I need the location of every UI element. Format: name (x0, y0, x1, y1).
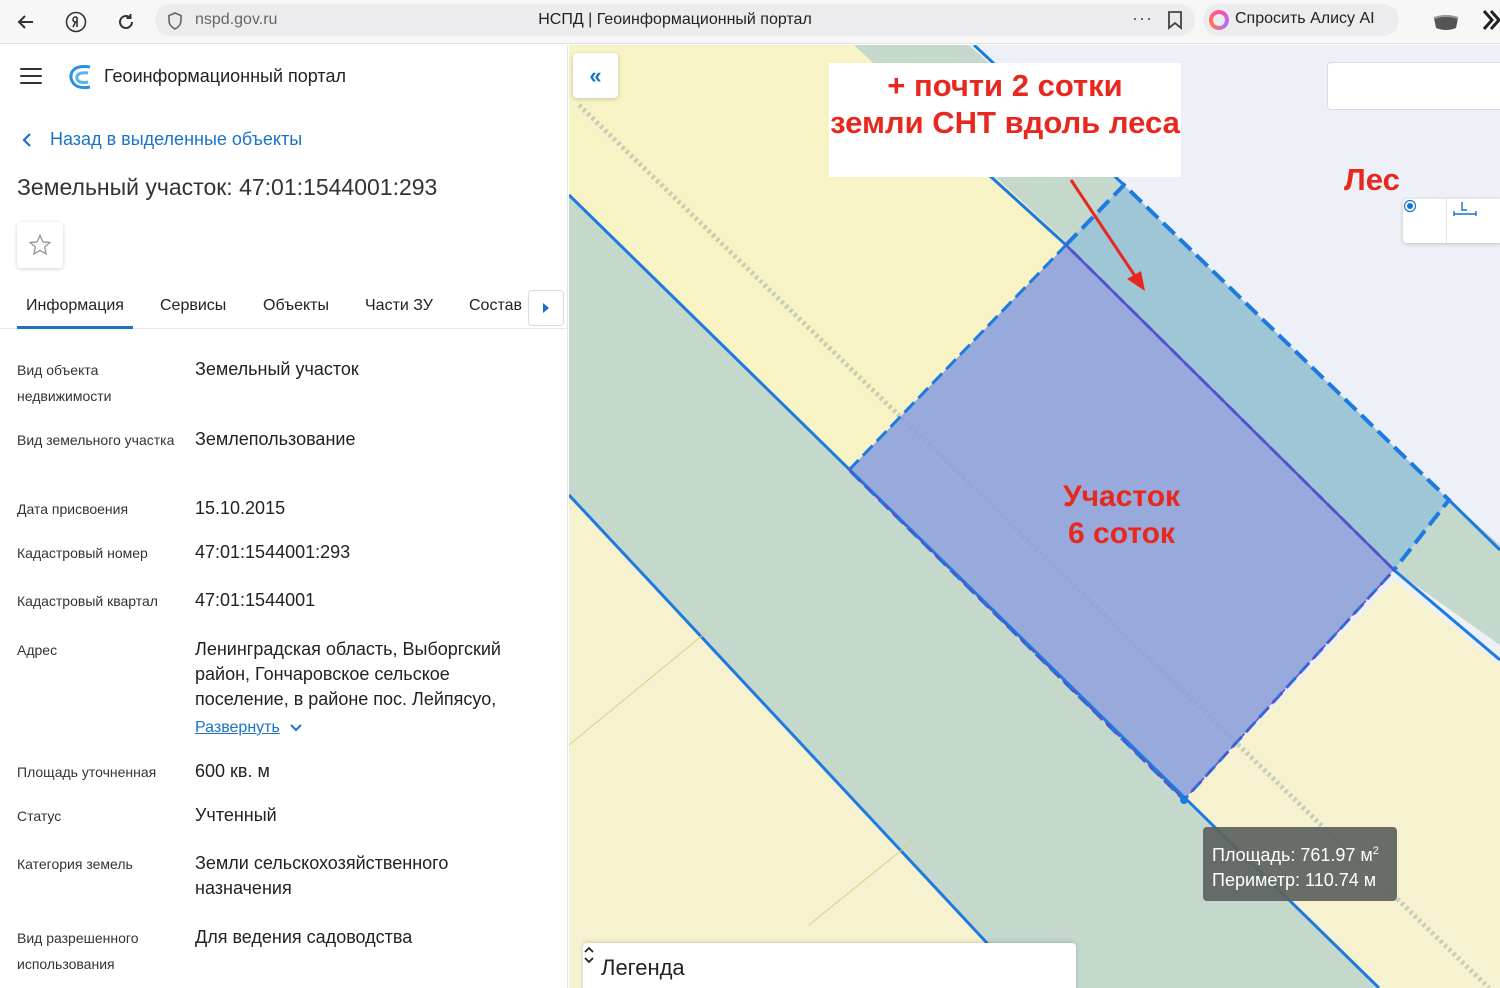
info-value: Землепользование (195, 429, 356, 449)
forest-label: Лес (1344, 162, 1400, 197)
info-value: 47:01:1544001 (195, 590, 316, 610)
caret-right-icon (543, 303, 549, 313)
map-view[interactable]: « + почти 2 сотки земли СНТ вдоль леса Л… (569, 45, 1500, 988)
extension-icon-2[interactable] (1482, 8, 1500, 32)
measure-area: Площадь: 761.97 м2 (1212, 839, 1397, 868)
address-bar[interactable]: nspd.gov.ru НСПД | Геоинформационный пор… (155, 4, 1195, 36)
annotation-box: + почти 2 сотки земли СНТ вдоль леса (829, 63, 1181, 177)
extension-icon[interactable] (1433, 10, 1459, 32)
info-label: Кадастровый квартал (17, 593, 158, 609)
bookmark-icon[interactable] (1167, 10, 1183, 35)
info-label: Вид земельного участка (17, 432, 175, 448)
alice-label: Спросить Алису AI (1235, 10, 1375, 27)
expand-label: Развернуть (195, 719, 280, 736)
legend-toggle-icon[interactable] (583, 943, 595, 967)
info-label: Категория земель (17, 856, 133, 872)
measure-tooltip: Площадь: 761.97 м2 Периметр: 110.74 м (1203, 827, 1397, 901)
alice-button[interactable]: Спросить Алису AI (1203, 4, 1399, 36)
reload-icon[interactable] (112, 8, 140, 36)
url-text: nspd.gov.ru (195, 11, 278, 28)
info-value: 600 кв. м (195, 761, 270, 781)
back-to-selected-link[interactable]: Назад в выделенные объекты (22, 129, 302, 150)
measure-area-unit-sup: 2 (1372, 845, 1379, 857)
back-arrow-icon[interactable] (12, 8, 40, 36)
shield-icon (167, 12, 183, 35)
info-label: Адрес (17, 642, 58, 658)
portal-logo-icon (69, 65, 91, 90)
tab-composition[interactable]: Состав (469, 297, 522, 315)
collapse-panel-button[interactable]: « (573, 53, 618, 98)
tab-objects[interactable]: Объекты (263, 297, 329, 315)
info-label: Площадь уточненная (17, 764, 157, 780)
tab-bar: Информация Сервисы Объекты Части ЗУ Сост… (0, 285, 567, 329)
map-search-input[interactable] (1327, 62, 1500, 110)
portal-title: Геоинформационный портал (104, 66, 346, 86)
annotation-text: + почти 2 сотки земли СНТ вдоль леса (829, 67, 1181, 141)
parcel-label-line: Участок (1062, 480, 1181, 513)
back-link-label: Назад в выделенные объекты (50, 129, 303, 149)
measure-area-text: Площадь: 761.97 м (1212, 845, 1373, 865)
tab-parts[interactable]: Части ЗУ (365, 297, 433, 315)
info-label: Кадастровый номер (17, 545, 148, 561)
chevron-down-icon (290, 723, 302, 731)
info-label: Дата присвоения (17, 501, 129, 517)
locate-button[interactable] (1403, 199, 1447, 243)
tabs-scroll-right-button[interactable] (528, 290, 564, 326)
info-label: Вид объекта недвижимости (17, 362, 112, 404)
measure-perimeter: Периметр: 110.74 м (1212, 870, 1377, 890)
info-value: 15.10.2015 (195, 498, 286, 518)
tab-services[interactable]: Сервисы (160, 297, 226, 315)
info-label: Статус (17, 808, 62, 824)
yandex-icon[interactable] (62, 8, 90, 36)
menu-icon[interactable] (20, 68, 42, 84)
browser-toolbar: nspd.gov.ru НСПД | Геоинформационный пор… (0, 0, 1500, 44)
page-title: Земельный участок: 47:01:1544001:293 (17, 174, 438, 200)
parcel-label-line: 6 соток (1068, 517, 1175, 550)
locate-icon (1403, 199, 1417, 213)
sidebar-panel: Геоинформационный портал Назад в выделен… (0, 45, 568, 988)
favorite-button[interactable] (17, 222, 63, 268)
parcel-label: Участок 6 соток (999, 478, 1244, 552)
chevron-left-icon (22, 132, 31, 147)
legend-title: Легенда (601, 955, 685, 980)
info-value: Земельный участок (195, 359, 359, 379)
star-icon (28, 233, 52, 256)
legend-panel[interactable]: Легенда (583, 943, 1076, 988)
expand-link[interactable]: Развернуть (195, 715, 302, 740)
info-label: Вид разрешенного использования (17, 930, 139, 972)
annotation-line: + почти 2 сотки (887, 68, 1123, 103)
tab-title: НСПД | Геоинформационный портал (538, 11, 812, 28)
alice-icon (1209, 10, 1229, 30)
info-value: Земли сельскохозяйственного назначения (195, 853, 449, 898)
annotation-line: земли СНТ вдоль леса (830, 105, 1180, 140)
tab-info[interactable]: Информация (17, 297, 133, 329)
info-value: 47:01:1544001:293 (195, 542, 351, 562)
info-value: Для ведения садоводства (195, 927, 413, 947)
measure-button[interactable] (1453, 199, 1497, 243)
collapse-left-icon: « (589, 62, 602, 88)
map-tools (1403, 199, 1500, 243)
address-text: Ленинградская область, Выборгский район,… (195, 639, 501, 709)
info-value: Учтенный (195, 805, 277, 825)
vertex-marker (1180, 796, 1188, 804)
ruler-icon (1453, 202, 1477, 216)
more-icon[interactable]: ··· (1132, 8, 1153, 29)
info-value-address: Ленинградская область, Выборгский район,… (195, 637, 545, 740)
